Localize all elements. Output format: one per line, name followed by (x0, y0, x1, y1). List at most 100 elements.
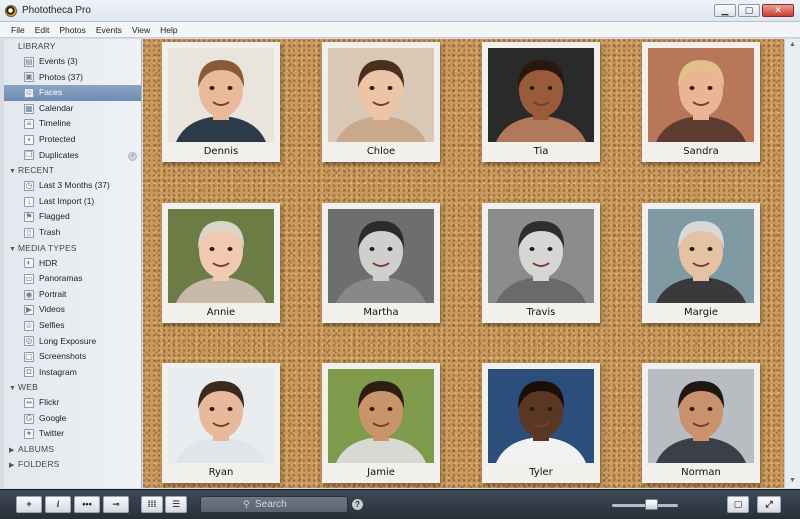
face-photo[interactable] (488, 209, 594, 303)
app-icon (5, 5, 17, 17)
face-card-dennis[interactable]: Dennis (162, 42, 280, 162)
scroll-up-icon[interactable]: ▲ (788, 41, 797, 50)
selfie-icon: ☺ (24, 320, 34, 331)
menu-events[interactable]: Events (91, 22, 127, 37)
sidebar-item-duplicates[interactable]: ❐ Duplicates (4, 148, 141, 164)
events-icon: ▤ (24, 56, 34, 67)
face-photo[interactable] (328, 369, 434, 463)
search-input[interactable] (255, 499, 343, 510)
sidebar-item-portrait[interactable]: ◉ Portrait (4, 287, 141, 303)
more-button[interactable]: ••• (74, 496, 100, 513)
sidebar-section-web[interactable]: ▼ WEB (4, 380, 141, 395)
face-name: Margie (684, 307, 718, 318)
duplicates-icon: ❐ (24, 150, 34, 161)
sidebar-section-folders[interactable]: ▶ FOLDERS (4, 457, 141, 472)
face-card-tia[interactable]: Tia (482, 42, 600, 162)
sidebar-item-instagram[interactable]: ◘ Instagram (4, 365, 141, 381)
face-photo[interactable] (168, 369, 274, 463)
menu-edit[interactable]: Edit (30, 22, 55, 37)
disclosure-right-icon[interactable]: ▶ (9, 458, 18, 473)
sidebar-item-selfies[interactable]: ☺ Selfies (4, 318, 141, 334)
info-button[interactable]: i (45, 496, 71, 513)
sidebar-section-recent[interactable]: ▼ RECENT (4, 163, 141, 178)
face-card-sandra[interactable]: Sandra (642, 42, 760, 162)
face-photo[interactable] (488, 48, 594, 142)
face-photo[interactable] (488, 369, 594, 463)
sidebar-item-events-3[interactable]: ▤ Events (3) (4, 54, 141, 70)
sidebar-item-videos[interactable]: ▶ Videos (4, 302, 141, 318)
menu-photos[interactable]: Photos (54, 22, 90, 37)
frame-button[interactable]: ▢ (727, 496, 749, 513)
menu-help[interactable]: Help (155, 22, 182, 37)
sidebar-item-label: Photos (37) (39, 71, 83, 82)
face-photo[interactable] (328, 209, 434, 303)
grid-view-button[interactable]: ⁞⁞⁞ (141, 496, 163, 513)
sidebar-item-hdr[interactable]: ◐ HDR (4, 256, 141, 272)
list-view-button[interactable]: ☰ (165, 496, 187, 513)
sidebar-item-twitter[interactable]: ✦ Twitter (4, 426, 141, 442)
close-button[interactable]: ✕ (762, 4, 794, 17)
face-card-travis[interactable]: Travis (482, 203, 600, 323)
face-card-annie[interactable]: Annie (162, 203, 280, 323)
sidebar-item-trash[interactable]: ▯ Trash (4, 225, 141, 241)
sidebar-section-media-types[interactable]: ▼ MEDIA TYPES (4, 241, 141, 256)
sidebar-item-label: Google (39, 412, 67, 423)
fullscreen-button[interactable]: ⤢ (757, 496, 781, 513)
help-icon[interactable]: ? (352, 499, 363, 510)
maximize-button[interactable]: ▢ (738, 4, 760, 17)
sidebar-item-google[interactable]: G Google (4, 411, 141, 427)
search-field[interactable]: ⚲ (200, 496, 348, 513)
sidebar-section-albums[interactable]: ▶ ALBUMS (4, 442, 141, 457)
face-photo[interactable] (328, 48, 434, 142)
face-name: Jamie (367, 467, 395, 478)
face-card-jamie[interactable]: Jamie (322, 363, 440, 483)
face-card-ryan[interactable]: Ryan (162, 363, 280, 483)
face-card-martha[interactable]: Martha (322, 203, 440, 323)
sidebar-item-label: Last Import (1) (39, 195, 95, 206)
face-card-norman[interactable]: Norman (642, 363, 760, 483)
sidebar-item-flagged[interactable]: ⚑ Flagged (4, 209, 141, 225)
sidebar-item-label: Calendar (39, 102, 74, 113)
menu-file[interactable]: File (6, 22, 30, 37)
disclosure-down-icon[interactable]: ▼ (9, 381, 18, 396)
face-photo[interactable] (648, 209, 754, 303)
sidebar-item-calendar[interactable]: ▦ Calendar (4, 101, 141, 117)
add-button[interactable]: + (16, 496, 42, 513)
title-bar: Phototheca Pro ▁ ▢ ✕ (0, 0, 800, 22)
sidebar-item-last-3-months-37[interactable]: ◷ Last 3 Months (37) (4, 178, 141, 194)
timeline-icon: ≡ (24, 119, 34, 130)
sidebar-item-label: Twitter (39, 428, 65, 439)
face-photo[interactable] (648, 48, 754, 142)
scroll-down-icon[interactable]: ▼ (788, 477, 797, 486)
face-photo[interactable] (648, 369, 754, 463)
sidebar-collapse-handle[interactable]: ‹ (128, 152, 137, 161)
search-icon: ⚲ (243, 499, 250, 509)
menu-view[interactable]: View (127, 22, 155, 37)
sidebar-item-panoramas[interactable]: ▭ Panoramas (4, 271, 141, 287)
sidebar-item-screenshots[interactable]: ▢ Screenshots (4, 349, 141, 365)
sidebar-item-label: Faces (39, 87, 63, 98)
face-photo[interactable] (168, 48, 274, 142)
sidebar-item-long-exposure[interactable]: ◎ Long Exposure (4, 334, 141, 350)
sidebar-item-last-import-1[interactable]: ↓ Last Import (1) (4, 194, 141, 210)
key-button[interactable]: ⊸ (103, 496, 129, 513)
face-card-chloe[interactable]: Chloe (322, 42, 440, 162)
sidebar-item-timeline[interactable]: ≡ Timeline (4, 116, 141, 132)
sidebar-item-protected[interactable]: ▪ Protected (4, 132, 141, 148)
sidebar-section-library[interactable]: ▼LIBRARY (4, 39, 141, 54)
sidebar-item-faces[interactable]: ☺ Faces (4, 85, 141, 101)
sidebar-item-flickr[interactable]: •• Flickr (4, 395, 141, 411)
hdr-icon: ◐ (24, 258, 34, 269)
disclosure-right-icon[interactable]: ▶ (9, 443, 18, 458)
disclosure-down-icon[interactable]: ▼ (9, 242, 18, 257)
zoom-slider-thumb[interactable] (645, 499, 658, 510)
sidebar-item-photos-37[interactable]: ▣ Photos (37) (4, 70, 141, 86)
portrait-icon: ◉ (24, 289, 34, 300)
vertical-scrollbar[interactable]: ▲ ▼ (784, 39, 800, 488)
minimize-button[interactable]: ▁ (714, 4, 736, 17)
face-card-margie[interactable]: Margie (642, 203, 760, 323)
face-card-tyler[interactable]: Tyler (482, 363, 600, 483)
face-photo[interactable] (168, 209, 274, 303)
sidebar-section-title: MEDIA TYPES (18, 242, 77, 253)
disclosure-down-icon[interactable]: ▼ (9, 164, 18, 179)
